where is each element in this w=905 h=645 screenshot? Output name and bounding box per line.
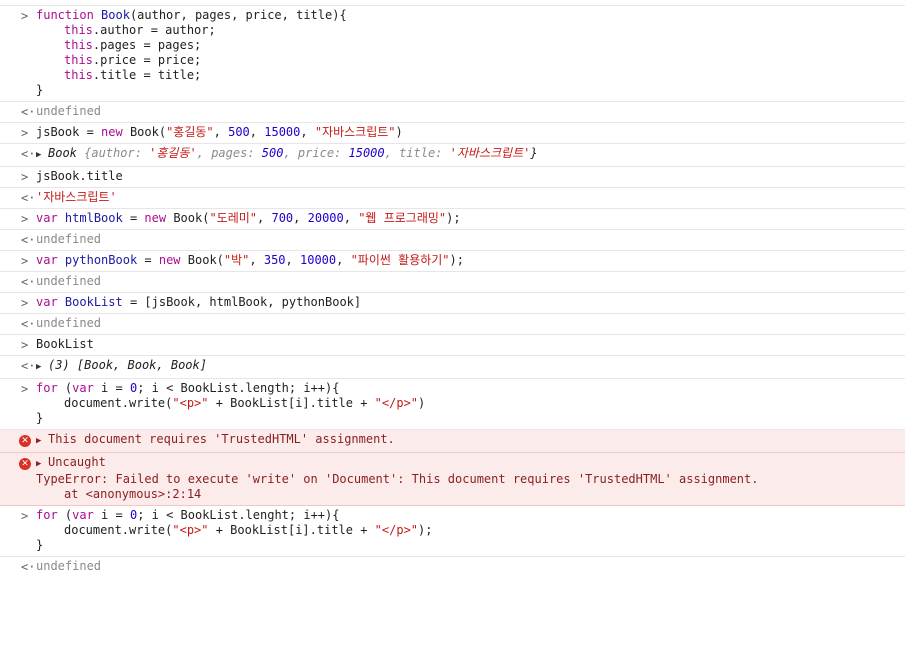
output-value: undefined bbox=[36, 316, 102, 330]
code-line: this.author = author; bbox=[64, 23, 216, 37]
console-output-entry[interactable]: <· ▶ Book {author: '홍길동', pages: 500, pri… bbox=[0, 144, 905, 167]
input-prompt-icon: > bbox=[21, 170, 29, 184]
input-prompt-icon: > bbox=[21, 509, 29, 523]
output-prompt-icon: <· bbox=[21, 191, 36, 205]
code-line: for (var i = 0; i < BookList.lenght; i++… bbox=[36, 508, 340, 522]
input-prompt-icon: > bbox=[21, 9, 29, 23]
code-line: this.title = title; bbox=[64, 68, 202, 82]
console-output-entry[interactable]: <· ▶ (3) [Book, Book, Book] bbox=[0, 356, 905, 379]
code-line: document.write("<p>" + BookList[i].title… bbox=[64, 396, 426, 410]
code-line: function Book(author, pages, price, titl… bbox=[36, 8, 347, 22]
code-line: } bbox=[36, 411, 44, 425]
code-line: var BookList = [jsBook, htmlBook, python… bbox=[36, 295, 362, 309]
output-prompt-icon: <· bbox=[21, 560, 36, 574]
output-value: undefined bbox=[36, 274, 102, 288]
console-input-entry[interactable]: > jsBook = new Book("홍길동", 500, 15000, "… bbox=[0, 123, 905, 144]
expand-triangle-icon[interactable]: ▶ bbox=[36, 434, 48, 449]
output-prompt-icon: <· bbox=[21, 359, 36, 373]
code-line: } bbox=[36, 538, 44, 552]
console-input-entry[interactable]: > var BookList = [jsBook, htmlBook, pyth… bbox=[0, 293, 905, 314]
console-output-entry: <· '자바스크립트' bbox=[0, 188, 905, 209]
console-output-entry: <· undefined bbox=[0, 272, 905, 293]
code-line: jsBook.title bbox=[36, 169, 123, 183]
console-input-entry[interactable]: > var htmlBook = new Book("도레미", 700, 20… bbox=[0, 209, 905, 230]
object-preview[interactable]: ▶ Book {author: '홍길동', pages: 500, price:… bbox=[36, 146, 905, 163]
error-icon: ✕ bbox=[19, 458, 31, 470]
array-preview[interactable]: ▶ (3) [Book, Book, Book] bbox=[36, 358, 905, 375]
input-prompt-icon: > bbox=[21, 126, 29, 140]
code-line: document.write("<p>" + BookList[i].title… bbox=[64, 523, 433, 537]
devtools-console: > function Book(author, pages, price, ti… bbox=[0, 0, 905, 645]
input-prompt-icon: > bbox=[21, 338, 29, 352]
console-output-entry: <· undefined bbox=[0, 230, 905, 251]
code-line: this.price = price; bbox=[64, 53, 202, 67]
error-header[interactable]: ▶ Uncaught bbox=[36, 455, 905, 472]
output-prompt-icon: <· bbox=[21, 105, 36, 119]
expand-triangle-icon[interactable]: ▶ bbox=[36, 457, 48, 472]
expand-triangle-icon[interactable]: ▶ bbox=[36, 148, 48, 163]
error-stack-link[interactable]: at <anonymous>:2:14 bbox=[36, 487, 905, 502]
error-message: TypeError: Failed to execute 'write' on … bbox=[36, 472, 759, 486]
console-input-entry[interactable]: > BookList bbox=[0, 335, 905, 356]
code-line: for (var i = 0; i < BookList.length; i++… bbox=[36, 381, 340, 395]
input-prompt-icon: > bbox=[21, 254, 29, 268]
code-line: this.pages = pages; bbox=[64, 38, 202, 52]
code-line: jsBook = new Book("홍길동", 500, 15000, "자바… bbox=[36, 125, 403, 139]
code-line: } bbox=[36, 83, 44, 97]
console-input-entry[interactable]: > function Book(author, pages, price, ti… bbox=[0, 6, 905, 102]
output-value: undefined bbox=[36, 104, 102, 118]
output-prompt-icon: <· bbox=[21, 275, 36, 289]
code-line: var htmlBook = new Book("도레미", 700, 2000… bbox=[36, 211, 461, 225]
output-value: '자바스크립트' bbox=[36, 190, 117, 204]
error-icon: ✕ bbox=[19, 435, 31, 447]
input-prompt-icon: > bbox=[21, 212, 29, 226]
input-prompt-icon: > bbox=[21, 382, 29, 396]
output-value: undefined bbox=[36, 559, 102, 573]
console-error-entry[interactable]: ✕ ▶ Uncaught TypeError: Failed to execute… bbox=[0, 453, 905, 506]
console-output-entry: <· undefined bbox=[0, 314, 905, 335]
console-output-entry: <· undefined bbox=[0, 102, 905, 123]
expand-triangle-icon[interactable]: ▶ bbox=[36, 360, 48, 375]
input-prompt-icon: > bbox=[21, 296, 29, 310]
console-input-entry[interactable]: > for (var i = 0; i < BookList.length; i… bbox=[0, 379, 905, 430]
console-input-entry[interactable]: > jsBook.title bbox=[0, 167, 905, 188]
error-message[interactable]: ▶ This document requires 'TrustedHTML' as… bbox=[36, 432, 905, 449]
console-error-entry[interactable]: ✕ ▶ This document requires 'TrustedHTML' … bbox=[0, 430, 905, 453]
output-value: undefined bbox=[36, 232, 102, 246]
code-line: var pythonBook = new Book("박", 350, 1000… bbox=[36, 253, 464, 267]
output-prompt-icon: <· bbox=[21, 147, 36, 161]
console-output-entry: <· undefined bbox=[0, 557, 905, 577]
console-input-entry[interactable]: > var pythonBook = new Book("박", 350, 10… bbox=[0, 251, 905, 272]
output-prompt-icon: <· bbox=[21, 317, 36, 331]
output-prompt-icon: <· bbox=[21, 233, 36, 247]
code-line: BookList bbox=[36, 337, 94, 351]
console-input-entry[interactable]: > for (var i = 0; i < BookList.lenght; i… bbox=[0, 506, 905, 557]
